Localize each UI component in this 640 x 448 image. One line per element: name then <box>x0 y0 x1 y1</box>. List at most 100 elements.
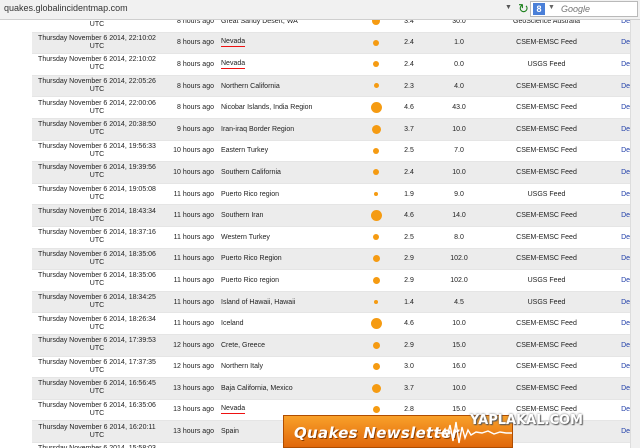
time-ago-cell: 12 hours ago <box>162 334 217 357</box>
timezone-text: UTC <box>89 86 105 94</box>
magnitude-dot-icon <box>372 406 380 414</box>
source-cell: CSEM-EMSC Feed <box>494 32 599 55</box>
region-cell: Northern Italy <box>217 356 358 379</box>
date-text: Thursday November 6 2014, 19:39:56 <box>38 164 156 172</box>
depth-cell: 10.0 <box>424 377 494 400</box>
date-cell: Thursday November 6 2014, 17:37:35 UTC <box>32 356 162 379</box>
magnitude-dot-icon <box>372 341 380 349</box>
source-cell: GeoScience Australia <box>494 20 599 33</box>
source-cell: CSEM-EMSC Feed <box>494 356 599 379</box>
magnitude-cell: 2.9 <box>394 248 424 271</box>
magnitude-dot-icon <box>371 124 381 134</box>
table-row: Thursday November 6 2014, 22:10:02 UTC 8 h… <box>32 53 640 76</box>
table-row: Thursday November 6 2014, 18:35:06 UTC 11 … <box>32 248 640 271</box>
timezone-text: UTC <box>89 388 105 396</box>
region-name: Iceland <box>221 320 244 328</box>
magnitude-cell: 2.9 <box>394 269 424 292</box>
magnitude-dot-icon <box>373 83 379 89</box>
region-cell: Iceland <box>217 312 358 335</box>
search-input[interactable] <box>561 2 635 16</box>
date-text: Thursday November 6 2014, 18:35:06 <box>38 250 156 258</box>
source-cell: CSEM-EMSC Feed <box>494 312 599 335</box>
region-cell: Northern California <box>217 75 358 98</box>
timezone-text: UTC <box>89 237 105 245</box>
source-cell: CSEM-EMSC Feed <box>494 96 599 119</box>
depth-cell: 30.0 <box>424 20 494 33</box>
magnitude-cell: 2.4 <box>394 53 424 76</box>
region-cell: Puerto Rico region <box>217 183 358 206</box>
date-text: Thursday November 6 2014, 18:34:25 <box>38 294 156 302</box>
depth-cell: 102.0 <box>424 248 494 271</box>
date-cell: Thursday November 6 2014, 22:10:02 UTC <box>32 32 162 55</box>
search-engine-chevron-icon[interactable]: ▼ <box>548 4 555 11</box>
magnitude-dot-icon <box>372 363 380 371</box>
depth-cell: 43.0 <box>424 96 494 119</box>
date-cell: Thursday November 6 2014, 18:35:06 UTC <box>32 248 162 271</box>
depth-cell: 15.0 <box>424 334 494 357</box>
region-cell: Western Turkey <box>217 226 358 249</box>
date-text: Thursday November 6 2014, 22:00:06 <box>38 99 156 107</box>
time-ago-cell: 11 hours ago <box>162 291 217 314</box>
date-cell: Thursday November 6 2014, 16:56:45 UTC <box>32 377 162 400</box>
date-text: Thursday November 6 2014, 22:10:02 <box>38 34 156 42</box>
magnitude-marker-cell <box>358 75 394 98</box>
source-cell: CSEM-EMSC Feed <box>494 161 599 184</box>
timezone-text: UTC <box>89 323 105 331</box>
date-text: Thursday November 6 2014, 16:56:45 <box>38 380 156 388</box>
region-name: Western Turkey <box>221 233 270 241</box>
depth-cell: 14.0 <box>424 204 494 227</box>
magnitude-cell: 1.9 <box>394 183 424 206</box>
magnitude-dot-icon <box>372 20 380 26</box>
date-text: Thursday November 6 2014, 18:43:34 <box>38 207 156 215</box>
table-row: Thursday November 6 2014, 19:39:56 UTC 10 … <box>32 161 640 184</box>
magnitude-marker-cell <box>358 53 394 76</box>
magnitude-marker-cell <box>358 248 394 271</box>
time-ago-cell: 11 hours ago <box>162 248 217 271</box>
time-ago-cell: 14 hours ago <box>162 442 217 448</box>
magnitude-cell: 2.9 <box>394 334 424 357</box>
time-ago-cell: 11 hours ago <box>162 183 217 206</box>
time-ago-cell: 8 hours ago <box>162 20 217 33</box>
search-engine-icon[interactable]: 8 <box>533 3 545 15</box>
date-cell: Thursday November 6 2014, 22:12:32UTC <box>32 20 162 33</box>
region-name: Eastern Turkey <box>221 147 269 155</box>
table-row: Thursday November 6 2014, 20:38:50 UTC 9 h… <box>32 118 640 141</box>
address-dropdown-icon[interactable]: ▼ <box>505 4 512 11</box>
region-name: Spain <box>221 428 239 436</box>
source-cell: USGS Feed <box>494 291 599 314</box>
table-row: Thursday November 6 2014, 17:37:35 UTC 12 … <box>32 356 640 379</box>
table-row: Thursday November 6 2014, 18:34:25 UTC 11 … <box>32 291 640 314</box>
magnitude-dot-icon <box>374 191 378 196</box>
depth-cell: 102.0 <box>424 269 494 292</box>
source-cell: CSEM-EMSC Feed <box>494 204 599 227</box>
region-cell: Great Sandy Desert, WA <box>217 20 358 33</box>
time-ago-cell: 10 hours ago <box>162 161 217 184</box>
address-bar[interactable]: quakes.globalincidentmap.com <box>4 3 128 13</box>
refresh-icon[interactable]: ↻ <box>518 1 529 17</box>
magnitude-dot-icon <box>373 169 379 176</box>
time-ago-cell: 8 hours ago <box>162 53 217 76</box>
magnitude-marker-cell <box>358 183 394 206</box>
timezone-text: UTC <box>89 194 105 202</box>
magnitude-marker-cell <box>358 140 394 163</box>
region-cell: Nevada <box>217 32 358 55</box>
region-name: Crete, Greece <box>221 341 265 349</box>
timezone-text: UTC <box>89 215 105 223</box>
region-cell: Crete, Greece <box>217 334 358 357</box>
magnitude-marker-cell <box>358 161 394 184</box>
date-cell: Thursday November 6 2014, 22:00:06 UTC <box>32 96 162 119</box>
depth-cell: 7.0 <box>424 140 494 163</box>
vertical-scrollbar[interactable] <box>630 20 640 448</box>
time-ago-cell: 11 hours ago <box>162 226 217 249</box>
timezone-text: UTC <box>89 431 105 439</box>
depth-cell: 9.0 <box>424 183 494 206</box>
source-cell: CSEM-EMSC Feed <box>494 140 599 163</box>
magnitude-dot-icon <box>370 102 382 114</box>
date-text: Thursday November 6 2014, 18:37:16 <box>38 229 156 237</box>
timezone-text: UTC <box>89 21 105 29</box>
timezone-text: UTC <box>89 366 105 374</box>
date-text: Thursday November 6 2014, 18:26:34 <box>38 315 156 323</box>
magnitude-dot-icon <box>372 276 380 284</box>
search-box[interactable]: 8 ▼ <box>530 1 638 17</box>
time-ago-cell: 8 hours ago <box>162 75 217 98</box>
